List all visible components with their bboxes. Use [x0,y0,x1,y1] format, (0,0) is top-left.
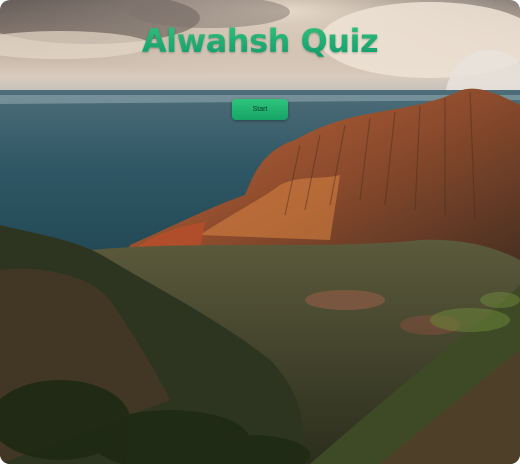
quiz-page: Alwahsh Quiz Start [0,0,520,464]
mountain-landscape-background [0,0,520,464]
start-button[interactable]: Start [232,99,288,120]
quiz-title: Alwahsh Quiz [0,22,520,60]
